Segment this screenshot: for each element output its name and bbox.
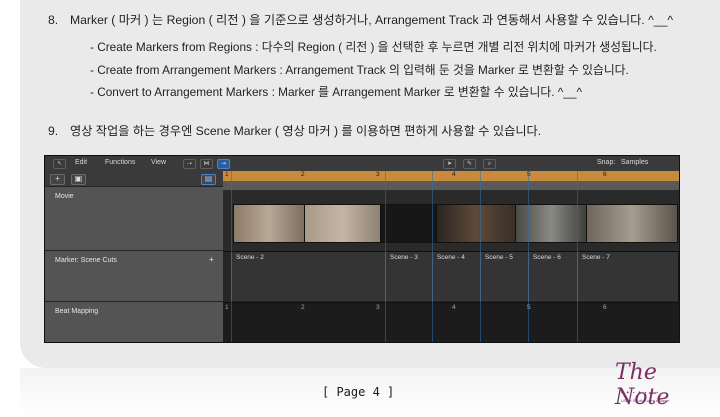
timeline-area[interactable]: 1 2 3 4 5 6 Scene - 2 Scene - 3 Scene - … [223, 171, 679, 342]
bar-number: 2 [301, 171, 305, 178]
track-headers: + ▣ ▤ Movie Marker: Scene Cuts + Beat Ma… [45, 171, 223, 342]
movie-thumbnail [233, 204, 305, 243]
add-marker-icon[interactable]: + [209, 255, 214, 264]
logic-pro-screenshot: ↖ Edit Functions View ⇢ ⋈ ⇥ ➤ ✎ ⌕ Snap: … [44, 155, 680, 343]
beat-mapping-lane[interactable]: 1 2 3 4 5 6 [223, 303, 679, 342]
track-view-icon[interactable]: ▤ [201, 174, 216, 185]
menu-edit[interactable]: Edit [75, 159, 87, 166]
scene-cut-line [231, 171, 232, 342]
beat-number: 4 [452, 304, 456, 311]
snap-label: Snap: [597, 159, 616, 166]
track-movie[interactable]: Movie [45, 187, 223, 251]
scene-cut-line [480, 171, 481, 342]
track-header-toolbar: + ▣ ▤ [45, 171, 223, 187]
movie-thumbnail [380, 204, 437, 243]
scene-marker[interactable]: Scene - 4 [432, 252, 481, 301]
scene-cut-line [577, 171, 578, 342]
scene-marker[interactable]: Scene - 3 [385, 252, 433, 301]
catch-icon[interactable]: ⇢ [183, 159, 196, 169]
track-options-icon[interactable]: ▣ [71, 174, 86, 185]
page-number: [ Page 4 ] [322, 385, 395, 399]
scene-cut-line [385, 171, 386, 342]
subitem-create-from-arrangement: - Create from Arrangement Markers : Arra… [90, 63, 629, 77]
subitem-create-markers-from-regions: - Create Markers from Regions : 다수의 Regi… [90, 40, 657, 54]
track-marker-scene-cuts[interactable]: Marker: Scene Cuts + [45, 251, 223, 302]
scene-marker[interactable]: Scene - 7 [577, 252, 679, 301]
movie-thumbnail [304, 204, 381, 243]
scene-cut-line [432, 171, 433, 342]
back-arrow-icon[interactable]: ↖ [53, 159, 66, 169]
marker-ruler[interactable] [223, 181, 679, 191]
tracks-toolbar: ↖ Edit Functions View ⇢ ⋈ ⇥ ➤ ✎ ⌕ Snap: … [45, 156, 679, 172]
scene-marker[interactable]: Scene - 6 [528, 252, 578, 301]
movie-thumbnail [586, 204, 678, 243]
beat-number: 1 [225, 304, 229, 311]
bar-number: 3 [376, 171, 380, 178]
list-item-8: 8. Marker ( 마커 ) 는 Region ( 리전 ) 을 기준으로 생… [48, 13, 674, 27]
snap-value[interactable]: Samples [621, 159, 648, 166]
beat-number: 2 [301, 304, 305, 311]
menu-view[interactable]: View [151, 159, 166, 166]
scene-marker[interactable]: Scene - 5 [480, 252, 529, 301]
movie-region[interactable] [223, 191, 679, 252]
add-track-icon[interactable]: + [50, 174, 65, 185]
flex-icon[interactable]: ⋈ [200, 159, 213, 169]
beat-number: 3 [376, 304, 380, 311]
bar-number: 4 [452, 171, 456, 178]
scene-marker[interactable]: Scene - 2 [231, 252, 386, 301]
beat-number: 6 [603, 304, 607, 311]
list-item-9: 9. 영상 작업을 하는 경우엔 Scene Marker ( 영상 마커 ) 를… [48, 124, 542, 138]
the-note-logo: The Note • ✦ • ✦ • ✦ • USA • South Korea… [615, 360, 670, 410]
snap-icon[interactable]: ⇥ [217, 159, 230, 169]
scene-cut-line [528, 171, 529, 342]
bar-number: 1 [225, 171, 229, 178]
subitem-convert-to-arrangement: - Convert to Arrangement Markers : Marke… [90, 85, 582, 99]
scene-marker-lane[interactable]: Scene - 2 Scene - 3 Scene - 4 Scene - 5 … [223, 252, 679, 303]
pencil-tool-icon[interactable]: ✎ [463, 159, 476, 169]
pointer-tool-icon[interactable]: ➤ [443, 159, 456, 169]
bar-number: 6 [603, 171, 607, 178]
menu-functions[interactable]: Functions [105, 159, 135, 166]
movie-thumbnail [436, 204, 516, 243]
track-beat-mapping[interactable]: Beat Mapping [45, 302, 223, 342]
zoom-tool-icon[interactable]: ⌕ [483, 159, 496, 169]
